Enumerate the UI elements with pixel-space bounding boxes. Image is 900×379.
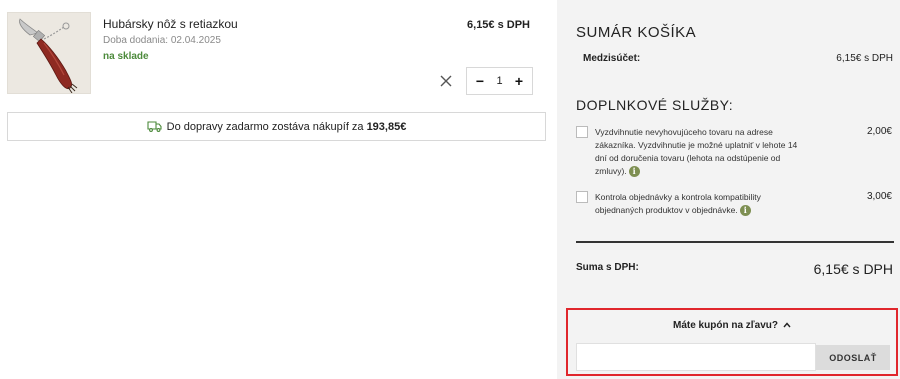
free-shipping-text: Do dopravy zadarmo zostáva nákupíf za [166,120,364,133]
service-option-check: Kontrola objednávky a kontrola kompatibi… [576,191,894,219]
free-shipping-notice: Do dopravy zadarmo zostáva nákupíf za 19… [7,112,546,141]
service-price-check: 3,00€ [866,191,892,202]
summary-divider [576,241,894,243]
service-option-pickup: Vyzdvihnutie nevyhovujúceho tovaru na ad… [576,126,894,178]
subtotal-value: 6,15€ s DPH [836,53,893,64]
subtotal-label: Medzisúčet: [583,53,641,64]
chevron-up-icon [783,320,791,330]
product-name[interactable]: Hubársky nôž s retiazkou [103,17,238,31]
free-shipping-amount: 193,85€ [366,120,407,133]
services-title: DOPLNKOVÉ SLUŽBY: [576,97,734,113]
coupon-code-input[interactable] [576,343,816,371]
increase-quantity-button[interactable]: + [512,74,526,88]
info-icon[interactable]: i [739,205,751,217]
coupon-section: Máte kupón na zľavu? ODOSLAŤ [566,308,898,376]
close-icon [440,75,452,87]
stock-status: na sklade [103,51,149,62]
coupon-toggle[interactable]: Máte kupón na zľavu? [568,320,896,331]
info-icon[interactable]: i [628,166,640,178]
total-value: 6,15€ s DPH [813,261,893,277]
product-image[interactable] [7,12,91,94]
coupon-toggle-label: Máte kupón na zľavu? [673,320,778,331]
decrease-quantity-button[interactable]: − [473,74,487,88]
product-price: 6,15€ s DPH [467,19,530,31]
quantity-stepper[interactable]: − 1 + [466,67,533,95]
truck-icon [147,121,162,132]
service-description-check: Kontrola objednávky a kontrola kompatibi… [595,192,761,215]
mushroom-knife-image [8,13,90,93]
service-price-pickup: 2,00€ [866,126,892,137]
total-label: Suma s DPH: [576,262,639,273]
service-description-pickup: Vyzdvihnutie nevyhovujúceho tovaru na ad… [595,127,798,176]
remove-item-button[interactable] [439,74,453,88]
service-checkbox-check[interactable] [576,191,588,203]
coupon-submit-button[interactable]: ODOSLAŤ [816,345,890,370]
summary-title: SUMÁR KOŠÍKA [576,24,697,41]
service-checkbox-pickup[interactable] [576,126,588,138]
quantity-value[interactable]: 1 [496,75,502,87]
delivery-date: Doba dodania: 02.04.2025 [103,35,221,46]
